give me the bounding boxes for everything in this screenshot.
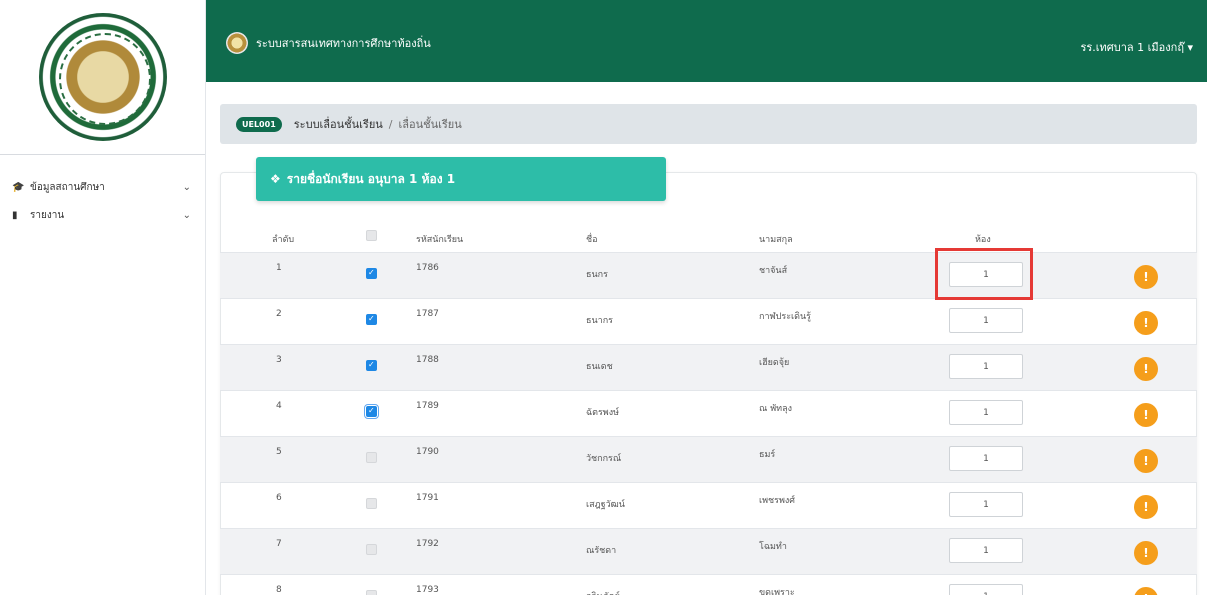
- graduation-cap-icon: 🎓: [12, 181, 25, 193]
- breadcrumb-section[interactable]: ระบบเลื่อนชั้นเรียน: [294, 115, 383, 133]
- row-select-checkbox[interactable]: [366, 360, 377, 371]
- breadcrumb-separator: /: [388, 117, 393, 131]
- row-no: 5: [276, 447, 282, 457]
- row-no: 8: [276, 585, 282, 595]
- table-row: 4 1789 ฉัตรพงษ์ ณ พัทลุง 1!: [220, 390, 1197, 436]
- table-row: 3 1788 ธนเดช เฮียดจุ้ย 1!: [220, 344, 1197, 390]
- chevron-down-icon: ⌄: [182, 209, 191, 221]
- table-row: 5 1790 วัชกกรณ์ ธมร์ 1!: [220, 436, 1197, 482]
- room-input[interactable]: 1: [949, 446, 1023, 471]
- header-student-id: รหัสนักเรียน: [416, 235, 464, 245]
- table-row: 8 1793 กวินภัคย์ ขุดเพราะ 1!: [220, 574, 1197, 595]
- warning-icon[interactable]: !: [1134, 587, 1158, 595]
- sidebar-item-reports[interactable]: ▮ รายงาน ⌄: [0, 201, 205, 229]
- card-title: รายชื่อนักเรียน อนุบาล 1 ห้อง 1: [286, 171, 456, 186]
- warning-icon[interactable]: !: [1134, 265, 1158, 289]
- row-name: ธนกร: [586, 270, 608, 280]
- logo-area: [0, 0, 205, 155]
- row-no: 6: [276, 493, 282, 503]
- row-name: ธนเดช: [586, 362, 613, 372]
- room-input[interactable]: 1: [949, 584, 1023, 595]
- row-student-id: 1790: [416, 447, 439, 457]
- header-surname: นามสกุล: [759, 235, 793, 245]
- row-no: 1: [276, 263, 282, 273]
- header-room: ห้อง: [975, 235, 991, 245]
- row-surname: ชาจันส์: [759, 266, 788, 276]
- row-select-checkbox[interactable]: [366, 544, 377, 555]
- card-header: ❖ รายชื่อนักเรียน อนุบาล 1 ห้อง 1: [256, 157, 666, 201]
- row-name: ธนากร: [586, 316, 613, 326]
- row-student-id: 1786: [416, 263, 439, 273]
- row-student-id: 1791: [416, 493, 439, 503]
- row-surname: โฉมทำ: [759, 542, 787, 552]
- row-select-checkbox[interactable]: [366, 314, 377, 325]
- user-menu[interactable]: รร.เทศบาล 1 เมืองกฤ๊ ▾: [1080, 38, 1193, 56]
- header-no: ลำดับ: [272, 235, 295, 245]
- warning-icon[interactable]: !: [1134, 495, 1158, 519]
- sidebar-item-label: ข้อมูลสถานศึกษา: [30, 181, 105, 193]
- file-icon: ▮: [12, 209, 18, 221]
- table-row: 6 1791 เสฎฐวัฒน์ เพชรพงศ์ 1!: [220, 482, 1197, 528]
- row-student-id: 1787: [416, 309, 439, 319]
- row-select-checkbox[interactable]: [366, 452, 377, 463]
- room-input[interactable]: 1: [949, 262, 1023, 287]
- row-name: ฉัตรพงษ์: [586, 408, 620, 418]
- warning-icon[interactable]: !: [1134, 449, 1158, 473]
- sidebar-item-label: รายงาน: [30, 209, 65, 221]
- row-name: กวินภัคย์: [586, 589, 620, 595]
- row-no: 7: [276, 539, 282, 549]
- row-student-id: 1789: [416, 401, 439, 411]
- row-name: วัชกกรณ์: [586, 454, 622, 464]
- row-surname: ขุดเพราะ: [759, 588, 795, 595]
- row-no: 2: [276, 309, 282, 319]
- page-code-badge: UEL001: [236, 116, 282, 132]
- warning-icon[interactable]: !: [1134, 541, 1158, 565]
- select-all-checkbox[interactable]: [366, 230, 377, 241]
- room-input[interactable]: 1: [949, 354, 1023, 379]
- row-surname: ธมร์: [759, 450, 776, 460]
- row-select-checkbox[interactable]: [366, 498, 377, 509]
- row-no: 3: [276, 355, 282, 365]
- chevron-down-icon: ⌄: [182, 181, 191, 193]
- room-input[interactable]: 1: [949, 400, 1023, 425]
- table-row: 2 1787 ธนากร กาฬประเดินรู้ 1!: [220, 298, 1197, 344]
- table-row: 1 1786 ธนกร ชาจันส์ 1!: [220, 252, 1197, 298]
- sidebar: 🎓 ข้อมูลสถานศึกษา ⌄ ▮ รายงาน ⌄: [0, 0, 206, 595]
- row-select-checkbox[interactable]: [366, 268, 377, 279]
- sidebar-menu: 🎓 ข้อมูลสถานศึกษา ⌄ ▮ รายงาน ⌄: [0, 155, 205, 229]
- row-student-id: 1792: [416, 539, 439, 549]
- room-input[interactable]: 1: [949, 308, 1023, 333]
- row-student-id: 1793: [416, 585, 439, 595]
- table-header: ลำดับ รหัสนักเรียน ชื่อ นามสกุล ห้อง: [220, 226, 1197, 252]
- layers-icon: ❖: [270, 172, 281, 186]
- row-select-checkbox[interactable]: [364, 404, 379, 419]
- table-row: 7 1792 ณรัชดา โฉมทำ 1!: [220, 528, 1197, 574]
- row-surname: เฮียดจุ้ย: [759, 358, 790, 368]
- sidebar-item-school-info[interactable]: 🎓 ข้อมูลสถานศึกษา ⌄: [0, 173, 205, 201]
- breadcrumb: UEL001 ระบบเลื่อนชั้นเรียน / เลื่อนชั้นเ…: [220, 104, 1197, 144]
- warning-icon[interactable]: !: [1134, 357, 1158, 381]
- row-no: 4: [276, 401, 282, 411]
- room-input[interactable]: 1: [949, 492, 1023, 517]
- department-logo: [38, 13, 167, 141]
- row-select-checkbox[interactable]: [366, 590, 377, 595]
- header-name: ชื่อ: [586, 235, 598, 245]
- row-name: เสฎฐวัฒน์: [586, 500, 625, 510]
- topbar: ระบบสารสนเทศทางการศึกษาท้องถิ่น รร.เทศบา…: [206, 0, 1207, 82]
- warning-icon[interactable]: !: [1134, 311, 1158, 335]
- app-title: ระบบสารสนเทศทางการศึกษาท้องถิ่น: [256, 37, 431, 50]
- brand[interactable]: ระบบสารสนเทศทางการศึกษาท้องถิ่น: [226, 32, 431, 54]
- brand-logo-icon: [226, 32, 248, 54]
- row-surname: กาฬประเดินรู้: [759, 312, 811, 322]
- row-student-id: 1788: [416, 355, 439, 365]
- warning-icon[interactable]: !: [1134, 403, 1158, 427]
- row-surname: ณ พัทลุง: [759, 404, 792, 414]
- row-name: ณรัชดา: [586, 546, 617, 556]
- breadcrumb-current: เลื่อนชั้นเรียน: [398, 118, 462, 131]
- room-input[interactable]: 1: [949, 538, 1023, 563]
- row-surname: เพชรพงศ์: [759, 496, 795, 506]
